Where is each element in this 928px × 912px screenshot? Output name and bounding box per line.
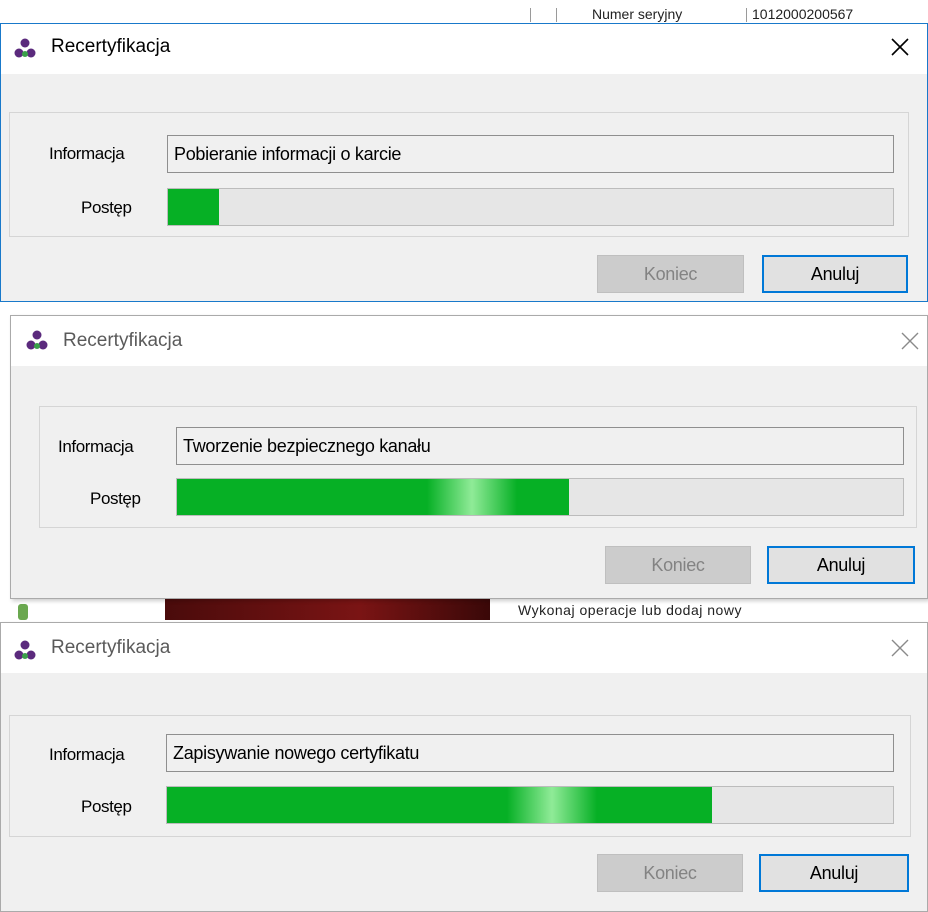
background-text: Wykonaj operacje lub dodaj nowy xyxy=(518,602,742,618)
recertification-dialog-2: Recertyfikacja Informacja Tworzenie bezp… xyxy=(10,315,928,599)
table-separator xyxy=(530,8,531,22)
recertification-dialog-3: Recertyfikacja Informacja Zapisywanie no… xyxy=(0,622,928,912)
background-image xyxy=(165,598,490,620)
title-bar[interactable]: Recertyfikacja xyxy=(11,316,927,366)
app-icon xyxy=(26,330,48,350)
info-label: Informacja xyxy=(49,745,125,764)
info-label: Informacja xyxy=(58,437,134,456)
dialog-title: Recertyfikacja xyxy=(63,330,183,351)
background-serial-label: Numer seryjny xyxy=(592,6,683,22)
info-field: Tworzenie bezpiecznego kanału xyxy=(176,427,904,465)
progress-shine xyxy=(427,479,517,515)
progress-label: Postęp xyxy=(81,797,132,816)
close-icon[interactable] xyxy=(897,328,923,354)
cancel-button[interactable]: Anuluj xyxy=(767,546,915,584)
info-field: Zapisywanie nowego certyfikatu xyxy=(166,734,894,772)
background-decoration xyxy=(18,604,28,620)
progress-fill xyxy=(167,787,712,823)
finish-button[interactable]: Koniec xyxy=(597,255,744,293)
progress-label: Postęp xyxy=(90,489,141,508)
dialog-title: Recertyfikacja xyxy=(51,36,171,57)
progress-bar xyxy=(167,188,894,226)
cancel-button[interactable]: Anuluj xyxy=(759,854,909,892)
progress-bar xyxy=(176,478,904,516)
finish-button[interactable]: Koniec xyxy=(597,854,743,892)
background-app-top-strip: Numer seryjny 1012000200567 xyxy=(0,0,928,22)
app-icon xyxy=(14,640,36,660)
progress-bar xyxy=(166,786,894,824)
cancel-button[interactable]: Anuluj xyxy=(762,255,908,293)
progress-shine xyxy=(507,787,597,823)
info-label: Informacja xyxy=(49,144,125,163)
close-icon[interactable] xyxy=(887,635,913,661)
background-serial-value: 1012000200567 xyxy=(752,6,854,22)
title-bar[interactable]: Recertyfikacja xyxy=(1,623,927,673)
table-separator xyxy=(746,8,747,22)
dialog-title: Recertyfikacja xyxy=(51,637,171,658)
progress-label: Postęp xyxy=(81,198,132,217)
table-separator xyxy=(556,8,557,22)
progress-fill xyxy=(177,479,570,515)
app-icon xyxy=(14,38,36,58)
recertification-dialog-1: Recertyfikacja Informacja Pobieranie inf… xyxy=(0,23,928,302)
close-icon[interactable] xyxy=(887,34,913,60)
info-field: Pobieranie informacji o karcie xyxy=(167,135,894,173)
title-bar[interactable]: Recertyfikacja xyxy=(1,24,927,74)
finish-button[interactable]: Koniec xyxy=(605,546,751,584)
background-app-middle-strip: Wykonaj operacje lub dodaj nowy xyxy=(0,598,928,620)
progress-fill xyxy=(168,189,219,225)
